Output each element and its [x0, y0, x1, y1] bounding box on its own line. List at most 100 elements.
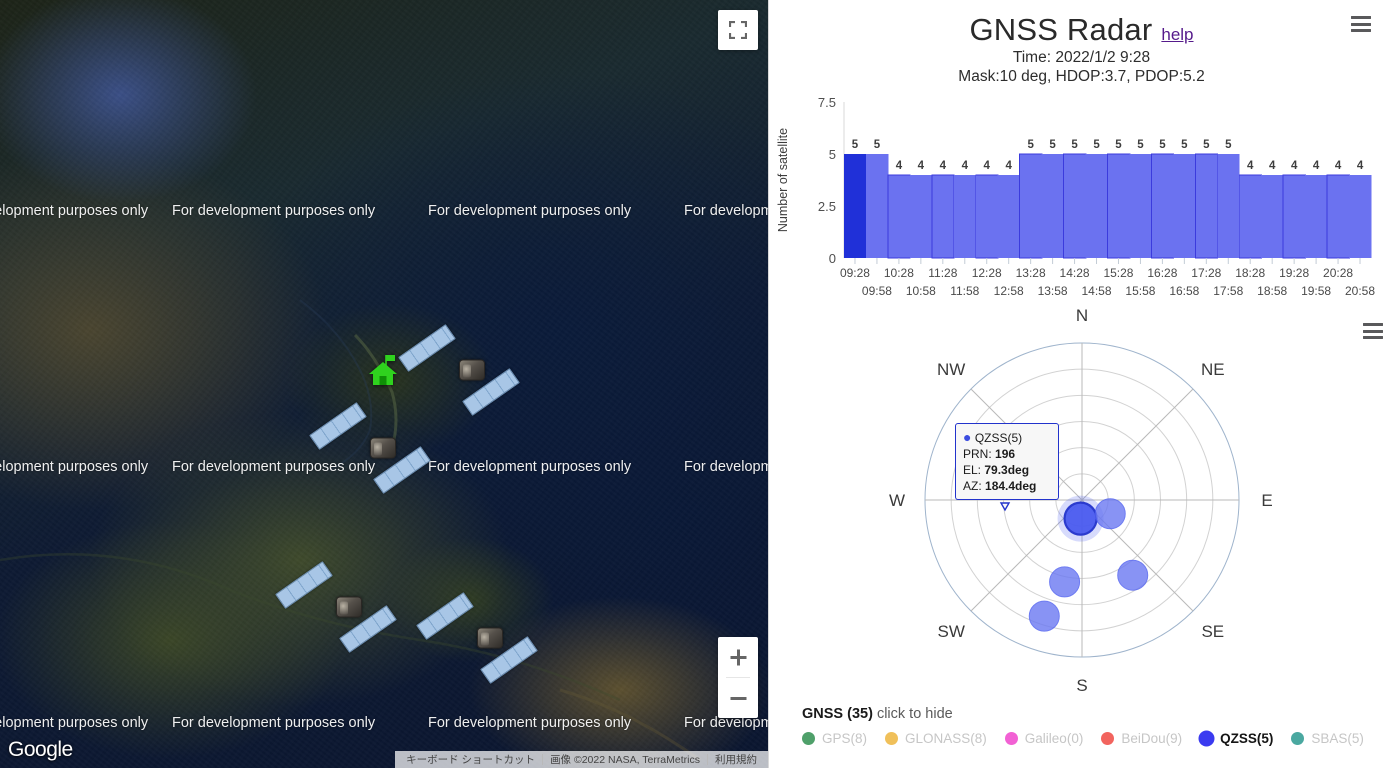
bar[interactable]: [1305, 174, 1328, 258]
plus-icon: [730, 649, 746, 665]
legend-item-beidou[interactable]: BeiDou(9): [1101, 731, 1182, 746]
bar[interactable]: [1107, 153, 1131, 259]
bar[interactable]: [997, 174, 1021, 258]
bar[interactable]: [1238, 174, 1263, 259]
bar[interactable]: [1019, 153, 1043, 259]
zoom-in-button[interactable]: [718, 637, 758, 677]
bar-value-label: 4: [896, 160, 903, 172]
legend-title: GNSS (35): [802, 706, 873, 722]
bar-value-label: 5: [1137, 139, 1144, 151]
y-axis-label: Number of satellite: [776, 128, 790, 232]
bar-value-label: 5: [874, 139, 881, 151]
satellite-point[interactable]: [1063, 501, 1098, 536]
skyplot-svg: N NE E SE S SW W NW ● QZSS(5) PRN: 196 EL: 79.3deg…: [889, 306, 1273, 695]
map-attribution-bar: キーボード ショートカット 画像 ©2022 NASA, TerraMetric…: [395, 751, 768, 768]
x-axis-tick-label: 10:58: [906, 284, 936, 298]
x-axis-tick-label: 15:58: [1125, 284, 1155, 298]
bar[interactable]: [1282, 174, 1306, 259]
bar[interactable]: [1173, 154, 1196, 258]
satellite-point[interactable]: [1028, 600, 1060, 632]
bar-value-label: 4: [940, 160, 947, 172]
bar-value-label: 4: [1247, 160, 1254, 172]
legend-item-glonass[interactable]: GLONASS(8): [885, 731, 987, 746]
bar-value-label: 5: [1159, 139, 1166, 151]
bar-value-label: 5: [1225, 139, 1232, 151]
bar[interactable]: [909, 174, 933, 258]
bar-value-label: 5: [1181, 139, 1188, 151]
bar[interactable]: [953, 174, 977, 258]
bar-value-label: 4: [1005, 160, 1012, 172]
bar[interactable]: [975, 174, 999, 259]
time-info: Time: 2022/1/2 9:28: [1012, 49, 1151, 66]
hamburger-menu-icon: [1351, 16, 1371, 19]
x-axis-tick-label: 16:58: [1169, 284, 1199, 298]
bar-chart-menu-button[interactable]: [1351, 16, 1371, 32]
bar-value-label: 5: [1027, 139, 1034, 151]
x-axis-tick-label: 18:28: [1235, 266, 1265, 280]
keyboard-shortcuts-link[interactable]: キーボード ショートカット: [399, 752, 542, 767]
legend-color-dot: [1200, 732, 1214, 745]
zoom-out-button[interactable]: [718, 678, 758, 718]
home-marker-icon[interactable]: [368, 353, 398, 387]
x-axis-tick-label: 12:28: [972, 266, 1002, 280]
compass-label-nw: NW: [937, 360, 965, 379]
compass-label-n: N: [1076, 306, 1088, 325]
compass-label-e: E: [1261, 491, 1272, 510]
bar-value-label: 4: [1357, 160, 1364, 172]
tooltip-dot-icon: ●: [963, 429, 972, 445]
constellation-legend: GNSS (35) click to hide GPS(8) GLONASS(8)…: [802, 706, 1394, 746]
tooltip-az: AZ: 184.4deg: [963, 479, 1037, 493]
bar-value-label: 5: [1203, 139, 1210, 151]
zoom-controls[interactable]: [718, 637, 758, 718]
bar[interactable]: [865, 154, 889, 258]
legend-color-dot: [885, 732, 899, 745]
legend-item-qzss[interactable]: QZSS(5): [1200, 731, 1273, 746]
hamburger-menu-icon: [1351, 22, 1371, 26]
x-axis-tick-label: 10:28: [884, 266, 914, 280]
bar-value-label: 4: [1313, 160, 1320, 172]
bar[interactable]: [844, 154, 867, 258]
bar[interactable]: [931, 174, 955, 259]
legend-item-label: Galileo(0): [1024, 731, 1084, 746]
satellite-point[interactable]: [1094, 498, 1126, 530]
x-axis-tick-label: 12:58: [994, 284, 1024, 298]
fullscreen-button[interactable]: [718, 10, 758, 50]
y-axis-tick-label: 7.5: [818, 95, 836, 110]
x-axis-tick-label: 19:28: [1279, 266, 1309, 280]
legend-hint: click to hide: [876, 706, 953, 722]
bar[interactable]: [1194, 153, 1219, 259]
help-link[interactable]: help: [1161, 25, 1193, 44]
bar[interactable]: [1150, 153, 1175, 259]
bar[interactable]: [1129, 154, 1152, 258]
x-axis-tick-label: 18:58: [1257, 284, 1287, 298]
compass-label-ne: NE: [1201, 360, 1225, 379]
legend-item-gps[interactable]: GPS(8): [802, 731, 867, 746]
bar[interactable]: [1326, 174, 1350, 259]
x-axis-tick-label: 19:58: [1301, 284, 1331, 298]
bar[interactable]: [1217, 154, 1240, 258]
bar[interactable]: [1063, 153, 1087, 259]
x-axis-tick-label: 13:58: [1038, 284, 1068, 298]
legend-item-label: SBAS(5): [1311, 731, 1364, 746]
bar[interactable]: [1085, 154, 1108, 258]
skyplot-polar-chart[interactable]: N NE E SE S SW W NW ● QZSS(5) PRN: 196 EL: 79.3deg…: [769, 305, 1394, 705]
bar[interactable]: [1349, 174, 1372, 258]
bar[interactable]: [887, 174, 911, 259]
minus-icon: [730, 696, 746, 700]
bar[interactable]: [1261, 174, 1284, 258]
legend-item-sbas[interactable]: SBAS(5): [1291, 731, 1364, 746]
satellite-count-bar-chart[interactable]: 0 2.5 5 7.5 Number of satellite 5 5 4 4 4 4 4 4 5 5 5 5 5…: [769, 90, 1394, 305]
satellite-point[interactable]: [1117, 559, 1149, 591]
terms-link[interactable]: 利用規約: [708, 752, 764, 767]
dop-info: Mask:10 deg, HDOP:3.7, PDOP:5.2: [958, 68, 1205, 85]
map-pane[interactable]: For development purposes only For develo…: [0, 0, 768, 768]
google-logo: Google: [8, 738, 73, 761]
tooltip-prn: PRN: 196: [963, 447, 1016, 461]
legend-item-galileo[interactable]: Galileo(0): [1004, 731, 1084, 746]
bar-value-label: 4: [1335, 160, 1342, 172]
bar-value-label: 4: [918, 160, 925, 172]
x-axis-tick-label: 11:28: [928, 266, 957, 280]
satellite-point[interactable]: [1049, 566, 1081, 598]
compass-label-s: S: [1076, 676, 1087, 695]
bar[interactable]: [1041, 154, 1064, 258]
